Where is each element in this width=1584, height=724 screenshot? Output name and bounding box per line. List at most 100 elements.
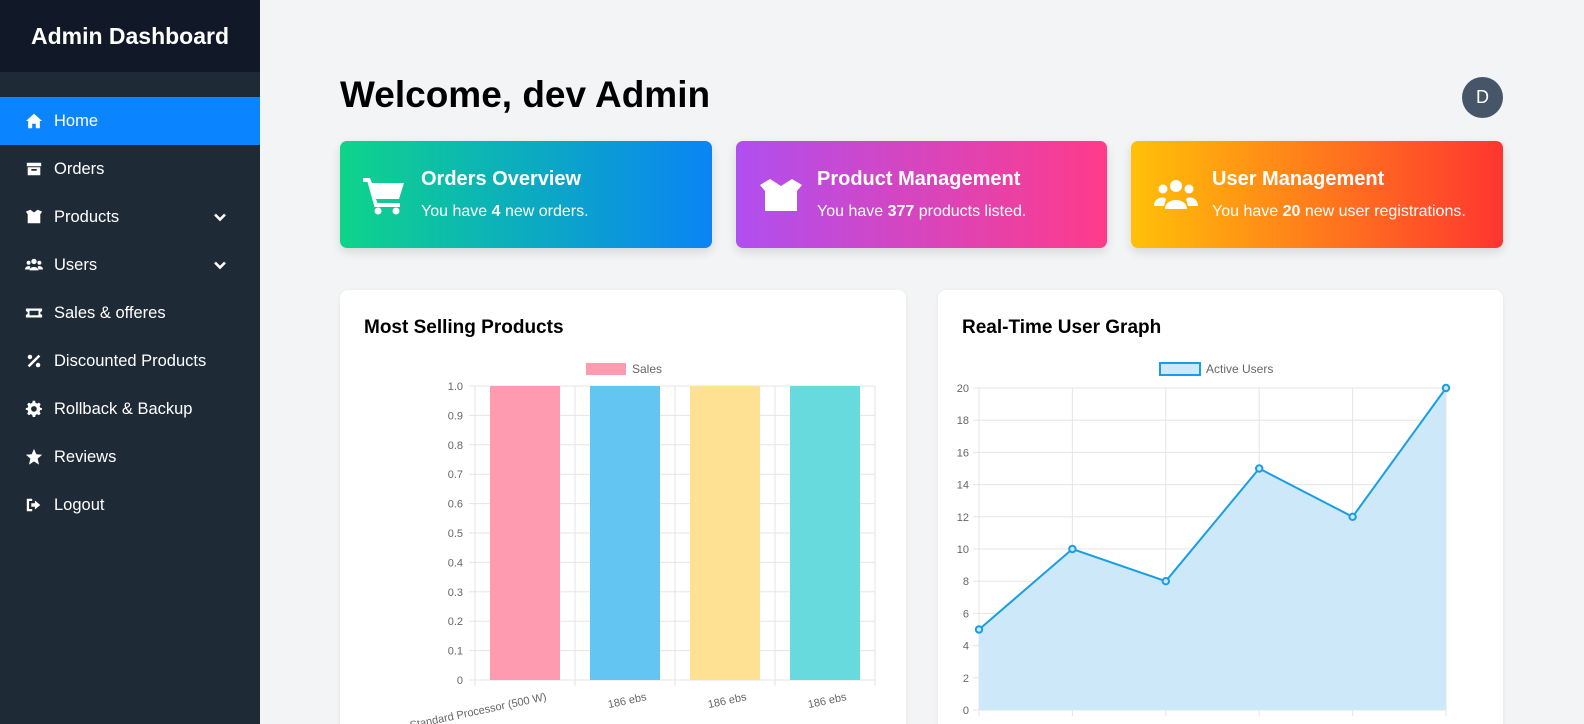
y-tick-label: 18 [957, 415, 969, 427]
orders-overview-card[interactable]: Orders Overview You have 4 new orders. [340, 141, 712, 248]
ticket-icon [24, 303, 44, 323]
card-title: User Management [1212, 168, 1385, 190]
data-point [1161, 577, 1171, 586]
card-title: Product Management [817, 168, 1021, 190]
card-count: 20 [1282, 203, 1301, 220]
sidebar-item-label: Home [54, 111, 99, 130]
y-tick-label: 8 [963, 576, 969, 588]
star-icon [24, 447, 44, 467]
product-management-card[interactable]: Product Management You have 377 products… [736, 141, 1107, 248]
chevron-down-icon[interactable] [212, 257, 228, 273]
sidebar-item-home[interactable]: Home [0, 97, 260, 145]
avatar[interactable]: D [1462, 77, 1503, 118]
y-tick-label: 0 [457, 675, 463, 687]
users-icon [1153, 175, 1199, 215]
card-text-suffix: new orders. [500, 203, 589, 220]
card-text: You have 20 new user registrations. [1212, 203, 1466, 221]
legend-label: Sales [632, 362, 662, 376]
card-text-prefix: You have [1212, 203, 1283, 220]
most-selling-products-chart: 0 0.1 0.2 0.3 0.4 0.5 0.6 0.7 0.8 0.9 1.0 Standard … [409, 362, 876, 724]
card-title: Orders Overview [421, 168, 582, 190]
users-icon [24, 255, 44, 275]
real-time-user-graph-chart: 0 2 4 6 8 10 12 14 16 18 20 Active Users [957, 362, 1451, 717]
y-tick-label: 0.8 [448, 440, 463, 452]
card-text: You have 4 new orders. [421, 203, 589, 221]
y-tick-label: 16 [957, 447, 969, 459]
y-tick-label: 0.5 [448, 528, 463, 540]
x-tick-label: 186 ebs [807, 691, 848, 711]
sidebar-item-sales[interactable]: Sales & offeres [0, 289, 260, 337]
percent-icon [24, 351, 44, 371]
brand-header: Admin Dashboard [0, 0, 260, 72]
sidebar-item-label: Logout [54, 495, 105, 514]
card-count: 4 [491, 203, 501, 220]
chevron-down-icon[interactable] [212, 209, 228, 225]
data-point [974, 625, 984, 634]
sidebar-item-label: Orders [54, 159, 105, 178]
logout-icon [24, 495, 44, 515]
legend-label: Active Users [1206, 362, 1273, 376]
sidebar-item-logout[interactable]: Logout [0, 481, 260, 529]
sidebar-item-label: Reviews [54, 447, 117, 466]
y-tick-label: 0.4 [448, 557, 463, 569]
cart-icon [362, 175, 408, 215]
y-tick-label: 6 [963, 608, 969, 620]
sidebar-item-label: Users [54, 255, 98, 274]
y-tick-label: 1.0 [448, 381, 463, 393]
open-box-icon [24, 207, 44, 227]
y-tick-label: 20 [957, 383, 969, 395]
y-tick-label: 14 [957, 480, 969, 492]
x-tick-label: 186 ebs [607, 691, 648, 711]
sidebar-item-orders[interactable]: Orders [0, 145, 260, 193]
sidebar-item-products[interactable]: Products [0, 193, 260, 241]
sidebar-item-label: Products [54, 207, 120, 226]
data-point [1255, 464, 1264, 473]
sidebar-nav: Home Orders Products Users Sales & offer… [0, 97, 260, 529]
y-tick-label: 0.7 [448, 469, 463, 481]
box-icon [24, 159, 44, 179]
gear-icon [24, 399, 44, 419]
y-tick-label: 0.3 [448, 587, 463, 599]
sidebar-item-reviews[interactable]: Reviews [0, 433, 260, 481]
card-text: You have 377 products listed. [817, 203, 1026, 221]
card-text-prefix: You have [421, 203, 492, 220]
y-tick-label: 12 [957, 512, 969, 524]
brand-title: Admin Dashboard [30, 22, 230, 49]
bar [490, 386, 560, 680]
y-tick-label: 0 [963, 705, 969, 717]
legend-swatch [1159, 362, 1201, 376]
home-icon [24, 111, 44, 131]
legend-swatch [586, 363, 626, 375]
sidebar-item-rollback-backup[interactable]: Rollback & Backup [0, 385, 260, 433]
most-selling-products-panel: Most Selling Products 0 0.1 0.2 0.3 0.4 0.5 0.… [340, 290, 906, 724]
card-count: 377 [887, 203, 915, 220]
y-tick-label: 10 [957, 544, 969, 556]
sidebar: Admin Dashboard Home Orders Products Use… [0, 0, 260, 724]
real-time-user-graph-panel: Real-Time User Graph 0 2 4 6 8 10 12 14 16 18 20 Ac… [938, 290, 1503, 724]
user-management-card[interactable]: User Management You have 20 new user reg… [1131, 141, 1503, 248]
y-tick-label: 0.1 [448, 646, 463, 658]
y-tick-label: 4 [963, 641, 969, 653]
open-box-icon [758, 175, 804, 215]
card-text-suffix: products listed. [914, 203, 1027, 220]
bar [690, 386, 760, 680]
bar [790, 386, 860, 680]
x-tick-label: Standard Processor (500 W) [409, 691, 548, 724]
sidebar-item-users[interactable]: Users [0, 241, 260, 289]
sidebar-item-discounted-products[interactable]: Discounted Products [0, 337, 260, 385]
card-text-suffix: new user registrations. [1300, 203, 1466, 220]
y-tick-label: 0.2 [448, 616, 463, 628]
sidebar-item-label: Sales & offeres [54, 303, 166, 322]
data-point [1348, 512, 1357, 522]
y-tick-label: 2 [963, 673, 969, 685]
data-point [1068, 544, 1077, 554]
y-tick-label: 0.9 [448, 410, 463, 422]
card-text-prefix: You have [817, 203, 888, 220]
bar [590, 386, 660, 680]
x-tick-label: 186 ebs [707, 691, 748, 711]
data-point [1441, 383, 1451, 393]
sidebar-item-label: Discounted Products [54, 351, 207, 370]
y-tick-label: 0.6 [448, 499, 463, 511]
sidebar-item-label: Rollback & Backup [54, 399, 193, 418]
page-title: Welcome, dev Admin [340, 74, 711, 115]
